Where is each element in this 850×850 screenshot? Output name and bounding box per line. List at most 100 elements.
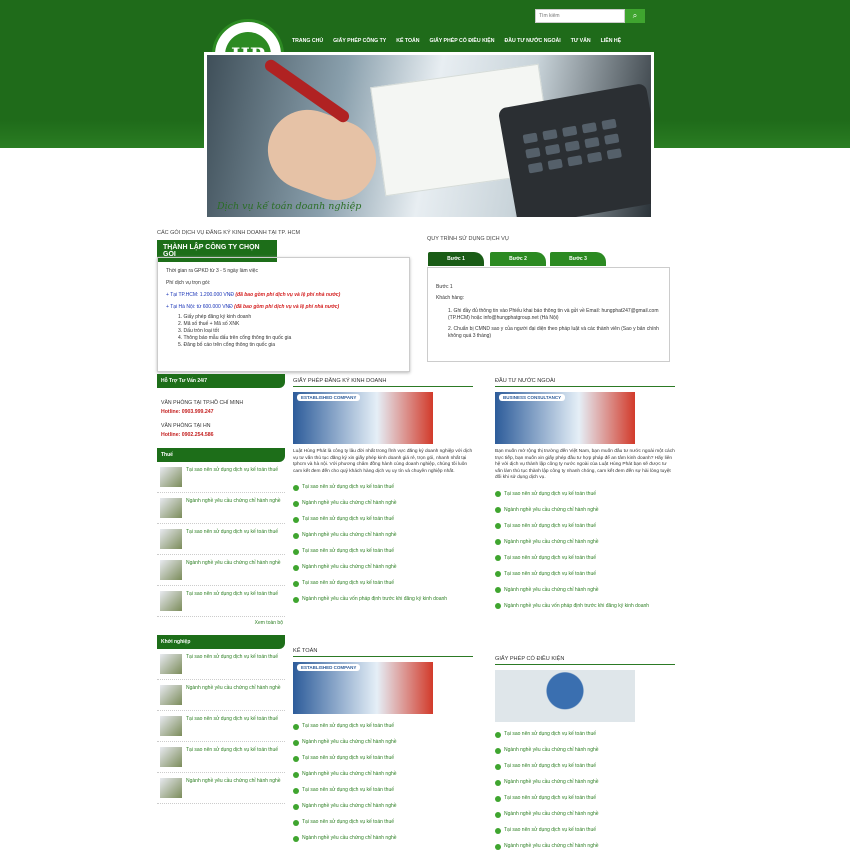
bullet-link[interactable]: Tại sao nên sử dụng dịch vụ kế toán thuế <box>495 523 675 530</box>
bullet-link[interactable]: Tại sao nên sử dụng dịch vụ kế toán thuế <box>495 731 675 738</box>
bullet-link[interactable]: Ngành nghề yêu cầu chứng chỉ hành nghề <box>495 587 675 594</box>
bullet-link[interactable]: Ngành nghề yêu cầu chứng chỉ hành nghề <box>495 539 675 546</box>
check-icon <box>495 731 501 738</box>
banner-caption: Dịch vụ kế toán doanh nghiệp <box>217 201 362 212</box>
section-desc: Luật Hùng Phát là công ty lâu đời nhất t… <box>293 449 473 474</box>
check-icon <box>293 596 299 603</box>
list-item-label: Ngành nghề yêu cầu chứng chỉ hành nghề <box>186 498 281 504</box>
bullet-link[interactable]: Tại sao nên sử dụng dịch vụ kế toán thuế <box>293 580 473 587</box>
tax-head: Thuế <box>157 448 285 462</box>
check-icon <box>293 787 299 794</box>
list-item[interactable]: Tại sao nên sử dụng dịch vụ kế toán thuế <box>157 711 285 742</box>
section-title[interactable]: KẾ TOÁN <box>293 648 473 657</box>
check-icon <box>293 739 299 746</box>
search-icon[interactable]: ⌕ <box>625 9 645 23</box>
bullet-link[interactable]: Tại sao nên sử dụng dịch vụ kế toán thuế <box>495 763 675 770</box>
left-sidebar: Hỗ Trợ Tư Vấn 24/7 VĂN PHÒNG TẠI TP.HỒ C… <box>157 374 285 804</box>
office-hcm: VĂN PHÒNG TẠI TP.HỒ CHÍ MINH <box>161 400 244 406</box>
services-item: 2. Mã số thuế + Mã số XNK <box>178 321 240 327</box>
bullet-link[interactable]: Ngành nghề yêu cầu chứng chỉ hành nghề <box>495 747 675 754</box>
main-nav: TRANG CHỦ GIẤY PHÉP CÔNG TY KẾ TOÁN GIẤY… <box>292 38 621 44</box>
services-item: 1. Giấy phép đăng ký kinh doanh <box>178 314 252 320</box>
bullet-link[interactable]: Ngành nghề yêu cầu chứng chỉ hành nghề <box>293 532 473 539</box>
bullet-link[interactable]: Tại sao nên sử dụng dịch vụ kế toán thuế <box>293 484 473 491</box>
section-title[interactable]: GIẤY PHÉP CÓ ĐIỀU KIỆN <box>495 656 675 665</box>
nav-accounting[interactable]: KẾ TOÁN <box>396 38 419 44</box>
search-input[interactable] <box>535 9 625 23</box>
nav-foreign-investment[interactable]: ĐẦU TƯ NƯỚC NGOÀI <box>504 38 560 44</box>
bullet-link[interactable]: Ngành nghề yêu cầu chứng chỉ hành nghề <box>495 843 675 850</box>
bullet-link[interactable]: Tại sao nên sử dụng dịch vụ kế toán thuế <box>293 755 473 762</box>
bullet-link[interactable]: Ngành nghề yêu cầu chứng chỉ hành nghề <box>293 803 473 810</box>
services-section-title: CÁC GÓI DỊCH VỤ ĐĂNG KÝ KINH DOANH TẠI T… <box>157 230 301 236</box>
search-box: ⌕ <box>535 9 645 23</box>
list-item[interactable]: Tại sao nên sử dụng dịch vụ kế toán thuế <box>157 742 285 773</box>
bullet-link[interactable]: Ngành nghề yêu cầu chứng chỉ hành nghề <box>495 779 675 786</box>
list-item-label: Ngành nghề yêu cầu chứng chỉ hành nghề <box>186 778 281 784</box>
check-icon <box>495 843 501 850</box>
section-desc: Bạn muốn mở rộng thị trường đến Việt Nam… <box>495 449 675 480</box>
tab-step-3[interactable]: Bước 3 <box>550 252 606 266</box>
bullet-link[interactable]: Ngành nghề yêu cầu chứng chỉ hành nghề <box>293 500 473 507</box>
price-hcm: + Tại TP.HCM: 1.200.000 VNĐ (đã bao gồm … <box>166 292 341 298</box>
check-icon <box>293 532 299 539</box>
section-title[interactable]: GIẤY PHÉP ĐĂNG KÝ KINH DOANH <box>293 378 473 387</box>
nav-conditional-license[interactable]: GIẤY PHÉP CÓ ĐIỀU KIỆN <box>430 38 495 44</box>
list-item-label: Tại sao nên sử dụng dịch vụ kế toán thuế <box>186 747 279 753</box>
list-item[interactable]: Tại sao nên sử dụng dịch vụ kế toán thuế <box>157 524 285 555</box>
bullet-link[interactable]: Tại sao nên sử dụng dịch vụ kế toán thuế <box>293 548 473 555</box>
hotline-hcm[interactable]: Hotline: 0903.999.247 <box>161 409 281 415</box>
bullet-link[interactable]: Ngành nghề yêu cầu vốn pháp định trước k… <box>495 603 675 610</box>
list-item[interactable]: Ngành nghề yêu cầu chứng chỉ hành nghề <box>157 555 285 586</box>
hotline-hn[interactable]: Hotline: 0902.254.586 <box>161 432 281 438</box>
list-item-label: Ngành nghề yêu cầu chứng chỉ hành nghề <box>186 560 281 566</box>
services-items: 1. Giấy phép đăng ký kinh doanh 2. Mã số… <box>178 314 401 349</box>
tab-step-1[interactable]: Bước 1 <box>428 252 484 266</box>
bullet-link[interactable]: Ngành nghề yêu cầu chứng chỉ hành nghề <box>293 771 473 778</box>
conditional-license-section: GIẤY PHÉP CÓ ĐIỀU KIỆN Tại sao nên sử dụ… <box>495 656 675 850</box>
hero-banner: Dịch vụ kế toán doanh nghiệp <box>204 52 654 220</box>
check-icon <box>495 507 501 513</box>
bullet-link[interactable]: Ngành nghề yêu cầu chứng chỉ hành nghề <box>293 564 473 571</box>
business-license-section: GIẤY PHÉP ĐĂNG KÝ KINH DOANH ESTABLISHED… <box>293 378 473 603</box>
nav-contact[interactable]: LIÊN HỆ <box>601 38 621 44</box>
thumbnail <box>160 747 182 767</box>
support-head: Hỗ Trợ Tư Vấn 24/7 <box>157 374 285 388</box>
bullet-link[interactable]: Tại sao nên sử dụng dịch vụ kế toán thuế <box>293 787 473 794</box>
accounting-section: KẾ TOÁN ESTABLISHED COMPANY Tại sao nên … <box>293 648 473 842</box>
check-icon <box>495 811 501 818</box>
list-item-label: Ngành nghề yêu cầu chứng chỉ hành nghề <box>186 685 281 691</box>
bullet-link[interactable]: Tại sao nên sử dụng dịch vụ kế toán thuế <box>495 571 675 578</box>
nav-home[interactable]: TRANG CHỦ <box>292 38 323 44</box>
services-fee-label: Phí dịch vụ trọn gói: <box>166 280 211 286</box>
bullet-link[interactable]: Ngành nghề yêu cầu chứng chỉ hành nghề <box>293 739 473 746</box>
bullet-link[interactable]: Tại sao nên sử dụng dịch vụ kế toán thuế <box>495 555 675 562</box>
list-item[interactable]: Ngành nghề yêu cầu chứng chỉ hành nghề <box>157 493 285 524</box>
bullet-link[interactable]: Tại sao nên sử dụng dịch vụ kế toán thuế <box>495 491 675 498</box>
bullet-link[interactable]: Tại sao nên sử dụng dịch vụ kế toán thuế <box>495 827 675 834</box>
bullet-link[interactable]: Tại sao nên sử dụng dịch vụ kế toán thuế <box>495 795 675 802</box>
bullet-link[interactable]: Tại sao nên sử dụng dịch vụ kế toán thuế <box>293 819 473 826</box>
list-item[interactable]: Tại sao nên sử dụng dịch vụ kế toán thuế <box>157 462 285 493</box>
price-hn: + Tại Hà Nội: từ 600.000 VNĐ (đã bao gồm… <box>166 304 340 310</box>
list-item[interactable]: Ngành nghề yêu cầu chứng chỉ hành nghề <box>157 680 285 711</box>
tab-step-2[interactable]: Bước 2 <box>490 252 546 266</box>
check-icon <box>495 555 501 561</box>
section-image: ESTABLISHED COMPANY <box>293 662 433 714</box>
list-item[interactable]: Tại sao nên sử dụng dịch vụ kế toán thuế <box>157 586 285 617</box>
bullet-link[interactable]: Ngành nghề yêu cầu chứng chỉ hành nghề <box>495 507 675 514</box>
bullet-link[interactable]: Tại sao nên sử dụng dịch vụ kế toán thuế <box>293 516 473 523</box>
section-title[interactable]: ĐẦU TƯ NƯỚC NGOÀI <box>495 378 675 387</box>
view-all-link[interactable]: Xem toàn bộ <box>157 617 285 629</box>
services-item: 5. Đăng bố cáo trên cổng thông tin quốc … <box>178 342 276 348</box>
nav-consulting[interactable]: TƯ VẤN <box>571 38 591 44</box>
nav-company-license[interactable]: GIẤY PHÉP CÔNG TY <box>333 38 386 44</box>
list-item[interactable]: Tại sao nên sử dụng dịch vụ kế toán thuế <box>157 649 285 680</box>
bullet-link[interactable]: Ngành nghề yêu cầu vốn pháp định trước k… <box>293 596 473 603</box>
check-icon <box>293 580 299 587</box>
bullet-link[interactable]: Ngành nghề yêu cầu chứng chỉ hành nghề <box>495 811 675 818</box>
check-icon <box>495 491 501 497</box>
bullet-link[interactable]: Tại sao nên sử dụng dịch vụ kế toán thuế <box>293 723 473 730</box>
list-item[interactable]: Ngành nghề yêu cầu chứng chỉ hành nghề <box>157 773 285 804</box>
bullet-link[interactable]: Ngành nghề yêu cầu chứng chỉ hành nghề <box>293 835 473 842</box>
